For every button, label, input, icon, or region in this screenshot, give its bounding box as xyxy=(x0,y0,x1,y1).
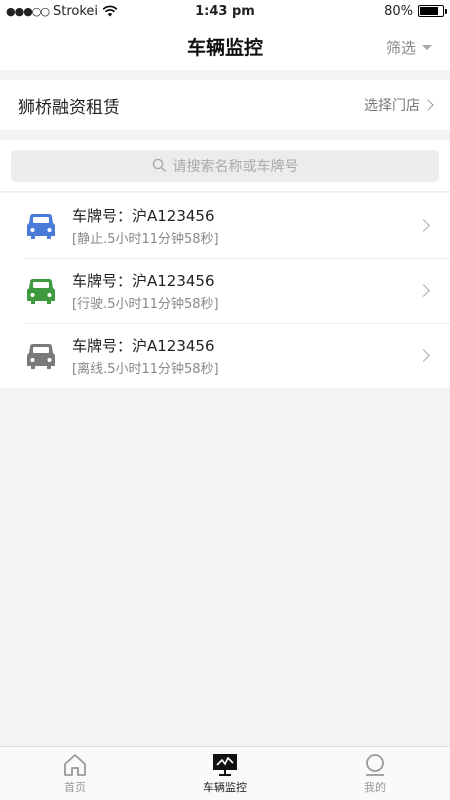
nav-bar: 车辆监控 筛选 xyxy=(0,22,450,70)
search-section: 请搜索名称或车牌号 xyxy=(0,140,450,192)
battery-percent: 80% xyxy=(384,3,413,19)
vehicle-row[interactable]: 车牌号：沪A123456 [行驶.5小时11分钟58秒] xyxy=(0,258,450,323)
select-store-label: 选择门店 xyxy=(364,98,420,114)
status-right: 80% xyxy=(384,3,447,19)
monitor-icon xyxy=(213,753,237,776)
company-name: 狮桥融资租赁 xyxy=(18,97,120,118)
tab-bar: 首页 车辆监控 我的 xyxy=(0,746,450,800)
chevron-right-icon xyxy=(417,349,430,362)
tab-vehicle-monitor[interactable]: 车辆监控 xyxy=(150,747,300,800)
plate-number: 车牌号：沪A123456 xyxy=(72,271,215,290)
caret-down-icon xyxy=(422,45,432,50)
car-icon xyxy=(27,213,55,239)
chevron-right-icon xyxy=(422,99,434,111)
vehicle-list: 车牌号：沪A123456 [静止.5小时11分钟58秒] 车牌号：沪A12345… xyxy=(0,193,450,388)
vehicle-row[interactable]: 车牌号：沪A123456 [静止.5小时11分钟58秒] xyxy=(0,193,450,258)
vehicle-row[interactable]: 车牌号：沪A123456 [离线.5小时11分钟58秒] xyxy=(0,323,450,388)
chevron-right-icon xyxy=(417,219,430,232)
status-time: 1:43 pm xyxy=(195,3,255,19)
filter-label: 筛选 xyxy=(385,39,416,57)
filter-button[interactable]: 筛选 xyxy=(386,37,432,58)
car-icon xyxy=(27,343,55,369)
car-icon xyxy=(27,278,55,304)
tab-label: 首页 xyxy=(64,780,86,794)
vehicle-status: [行驶.5小时11分钟58秒] xyxy=(72,296,219,312)
status-bar: ●●●○○ Strokei 1:43 pm 80% xyxy=(0,0,450,22)
search-input[interactable]: 请搜索名称或车牌号 xyxy=(11,149,439,182)
battery-fill xyxy=(420,7,438,15)
home-icon xyxy=(64,753,86,776)
vehicle-status: [离线.5小时11分钟58秒] xyxy=(72,361,219,377)
tab-label: 车辆监控 xyxy=(203,780,247,794)
tab-home[interactable]: 首页 xyxy=(0,747,150,800)
chevron-right-icon xyxy=(417,284,430,297)
plate-number: 车牌号：沪A123456 xyxy=(72,336,215,355)
page-title: 车辆监控 xyxy=(186,36,263,59)
select-store-button[interactable]: 选择门店 xyxy=(364,95,434,115)
battery-icon xyxy=(418,5,447,17)
tab-label: 我的 xyxy=(364,780,386,794)
profile-icon xyxy=(366,753,384,776)
tab-profile[interactable]: 我的 xyxy=(300,747,450,800)
plate-number: 车牌号：沪A123456 xyxy=(72,206,215,225)
store-row: 狮桥融资租赁 选择门店 xyxy=(0,80,450,130)
vehicle-status: [静止.5小时11分钟58秒] xyxy=(72,231,219,247)
search-placeholder: 请搜索名称或车牌号 xyxy=(172,158,299,175)
search-icon xyxy=(152,158,166,172)
